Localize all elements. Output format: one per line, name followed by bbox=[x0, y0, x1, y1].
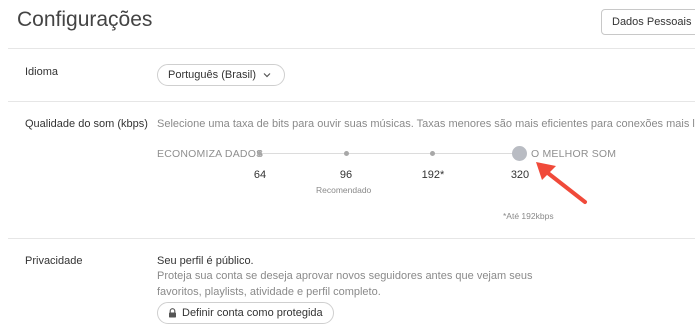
quality-slider-track[interactable] bbox=[259, 153, 519, 154]
language-label: Idioma bbox=[25, 66, 59, 78]
slider-knob[interactable] bbox=[512, 146, 527, 161]
privacy-description: Proteja sua conta se deseja aprovar novo… bbox=[157, 270, 533, 298]
slider-stop-192[interactable] bbox=[430, 151, 435, 156]
privacy-label: Privacidade bbox=[25, 255, 83, 267]
language-select[interactable]: Português (Brasil) bbox=[157, 64, 286, 86]
chevron-down-icon bbox=[263, 73, 271, 78]
divider bbox=[8, 101, 695, 102]
quality-description: Selecione uma taxa de bits para ouvir su… bbox=[157, 118, 695, 130]
personal-data-button[interactable]: Dados Pessoais bbox=[601, 9, 695, 35]
slider-stop-96[interactable] bbox=[344, 151, 349, 156]
bitrate-footnote: *Até 192kbps bbox=[503, 211, 554, 221]
tick-label-192: 192* bbox=[421, 169, 445, 181]
recommended-label: Recomendado bbox=[316, 185, 372, 195]
annotation-arrow-icon bbox=[536, 162, 587, 204]
divider bbox=[8, 238, 695, 239]
tick-label-96: 96 bbox=[339, 169, 353, 181]
protect-account-label: Definir conta como protegida bbox=[182, 307, 323, 319]
quality-label: Qualidade do som (kbps) bbox=[25, 118, 148, 130]
protect-account-button[interactable]: Definir conta como protegida bbox=[157, 302, 334, 324]
page-title: Configurações bbox=[17, 8, 153, 31]
language-select-value: Português (Brasil) bbox=[168, 69, 257, 81]
slider-min-label: ECONOMIZA DADOS bbox=[157, 148, 264, 160]
slider-stop-64[interactable] bbox=[257, 151, 262, 156]
tick-label-64: 64 bbox=[253, 169, 267, 181]
privacy-status: Seu perfil é público. bbox=[157, 255, 254, 267]
settings-page: Configurações Dados Pessoais Idioma Port… bbox=[0, 0, 695, 335]
divider bbox=[8, 48, 695, 49]
lock-icon bbox=[169, 308, 176, 318]
